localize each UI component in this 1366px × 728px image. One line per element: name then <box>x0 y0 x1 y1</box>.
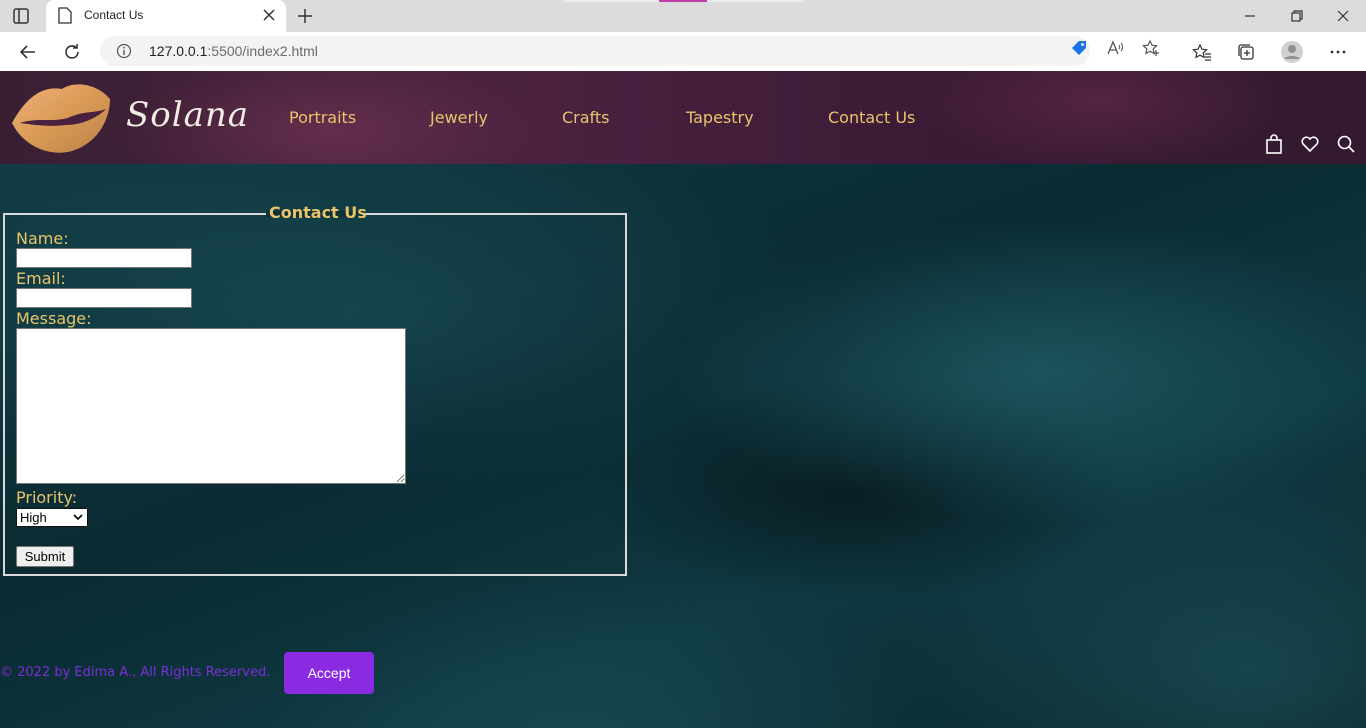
tab-strip-indicator <box>563 0 803 2</box>
submit-button[interactable]: Submit <box>16 546 74 567</box>
coupon-tag-icon[interactable] <box>1070 39 1088 57</box>
copyright-text: © 2022 by Edima A., All Rights Reserved. <box>0 665 271 680</box>
priority-label: Priority: <box>16 488 78 507</box>
nav-portraits[interactable]: Portraits <box>289 108 356 127</box>
site-info-icon[interactable] <box>116 43 132 59</box>
chevron-down-icon <box>73 514 83 521</box>
heart-icon[interactable] <box>1300 134 1320 154</box>
address-bar-row: 127.0.0.1:5500/index2.html <box>0 32 1366 72</box>
shopping-bag-icon[interactable] <box>1264 134 1284 154</box>
nav-crafts[interactable]: Crafts <box>562 108 610 127</box>
email-label: Email: <box>16 269 66 288</box>
url-text: 127.0.0.1:5500/index2.html <box>149 43 318 59</box>
name-field[interactable] <box>16 248 192 268</box>
search-icon[interactable] <box>1336 134 1356 154</box>
minimize-icon[interactable] <box>1242 8 1258 24</box>
site-header: Solana Portraits Jewerly Crafts Tapestry… <box>0 71 1366 164</box>
form-legend: Contact Us <box>269 203 367 222</box>
more-options-icon[interactable] <box>1328 42 1348 62</box>
add-favorite-icon[interactable] <box>1142 39 1160 57</box>
refresh-icon[interactable] <box>62 42 82 62</box>
page-icon <box>58 7 72 24</box>
read-aloud-icon[interactable] <box>1106 39 1124 57</box>
profile-avatar-icon[interactable] <box>1280 40 1304 64</box>
nav-jewelry[interactable]: Jewerly <box>430 108 488 127</box>
new-tab-icon[interactable] <box>296 7 314 25</box>
restore-icon[interactable] <box>1289 8 1305 24</box>
tab-title: Contact Us <box>84 8 144 22</box>
message-textarea[interactable] <box>16 328 406 484</box>
collections-icon[interactable] <box>1236 42 1256 62</box>
nav-tapestry[interactable]: Tapestry <box>686 108 754 127</box>
accept-button[interactable]: Accept <box>284 652 374 694</box>
back-icon[interactable] <box>18 42 38 62</box>
nav-contact-us[interactable]: Contact Us <box>828 108 915 127</box>
url-field[interactable]: 127.0.0.1:5500/index2.html <box>100 36 1090 66</box>
priority-select[interactable]: High <box>16 508 88 527</box>
name-label: Name: <box>16 229 69 248</box>
message-label: Message: <box>16 309 92 328</box>
browser-tab-bar: Contact Us <box>0 0 1366 32</box>
browser-tab[interactable]: Contact Us <box>46 0 286 32</box>
priority-selected-value: High <box>20 510 47 525</box>
logo-text: Solana <box>126 95 250 135</box>
email-field[interactable] <box>16 288 192 308</box>
favorites-icon[interactable] <box>1192 42 1212 62</box>
lips-logo[interactable] <box>10 79 112 155</box>
tab-actions-icon[interactable] <box>12 7 30 25</box>
close-tab-icon[interactable] <box>262 8 276 22</box>
page-content: Solana Portraits Jewerly Crafts Tapestry… <box>0 71 1366 728</box>
close-window-icon[interactable] <box>1335 8 1351 24</box>
